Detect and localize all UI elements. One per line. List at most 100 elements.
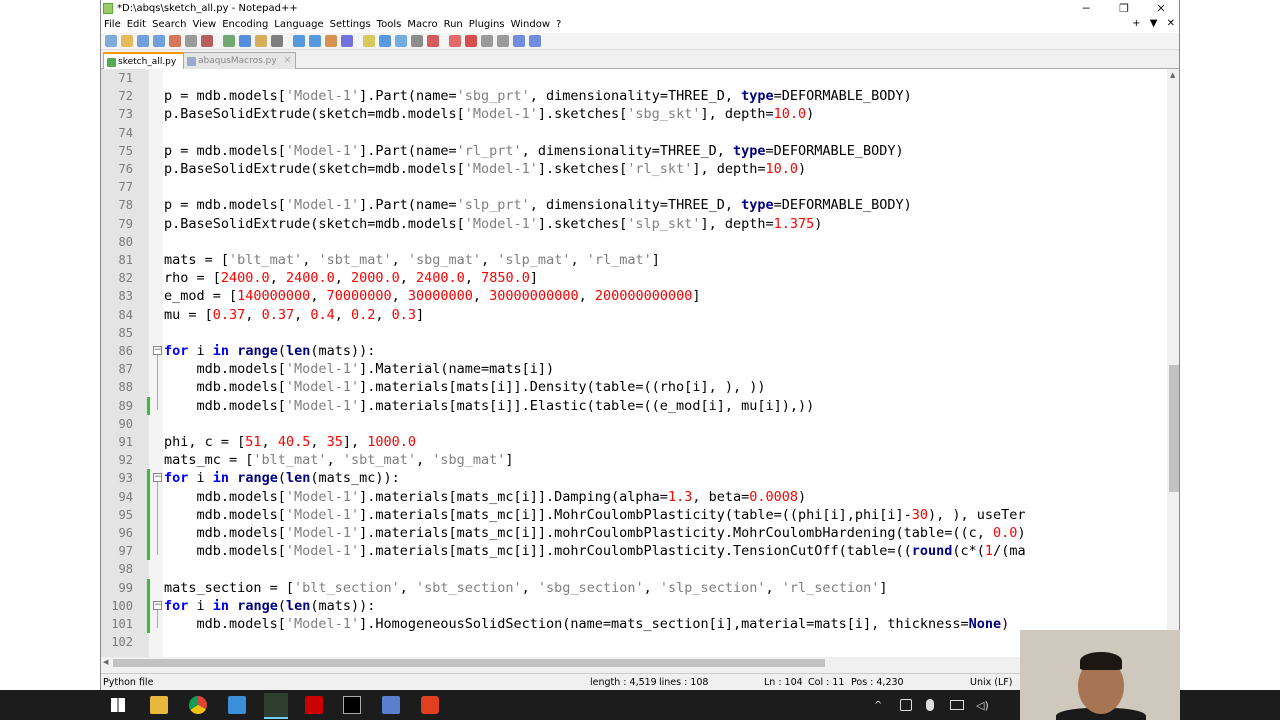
- line-number: 93: [118, 471, 133, 486]
- microphone-icon[interactable]: [926, 699, 934, 711]
- menu-view[interactable]: View: [189, 18, 219, 31]
- toolbar-button-icon[interactable]: [411, 35, 423, 47]
- code-line: mdb.models['Model-1'].materials[mats_mc[…: [164, 525, 1026, 541]
- line-number: 80: [118, 234, 133, 249]
- line-number: 96: [118, 526, 133, 540]
- toolbar-button-icon[interactable]: [395, 35, 407, 47]
- toolbar-button-icon[interactable]: [137, 35, 149, 47]
- menu-plugins[interactable]: Plugins: [466, 18, 508, 31]
- new-tab-button[interactable]: +: [1132, 18, 1140, 29]
- line-number: 87: [118, 362, 133, 377]
- toolbar-button-icon[interactable]: [427, 35, 439, 47]
- menu-window[interactable]: Window: [508, 18, 553, 31]
- fold-margin: [149, 69, 163, 657]
- chrome-icon[interactable]: [189, 696, 207, 714]
- toolbar-button-icon[interactable]: [169, 35, 181, 47]
- tray-chevron-icon[interactable]: ^: [874, 700, 884, 711]
- toolbar-button-icon[interactable]: [513, 35, 525, 47]
- line-number: 97: [118, 544, 133, 559]
- menu-settings[interactable]: Settings: [327, 18, 374, 31]
- minimize-button[interactable]: ─: [1069, 0, 1103, 18]
- horizontal-scroll-thumb[interactable]: [113, 659, 825, 667]
- menu-encoding[interactable]: Encoding: [219, 18, 271, 31]
- fold-toggle-icon[interactable]: −: [153, 600, 162, 610]
- toolbar-button-icon[interactable]: [309, 35, 321, 47]
- line-number: 92: [118, 453, 133, 468]
- code-line: mats_mc = ['blt_mat', 'sbt_mat', 'sbg_ma…: [164, 452, 514, 469]
- toolbar-button-icon[interactable]: [185, 35, 197, 47]
- code-line: p = mdb.models['Model-1'].Part(name='slp…: [164, 197, 912, 214]
- notepadpp-window: *D:\abqs\sketch_all.py - Notepad++ ─ ❐ ✕…: [100, 0, 1180, 690]
- windows-start-icon[interactable]: [111, 698, 125, 712]
- tab-sketch-all[interactable]: sketch_all.py ✕: [103, 52, 196, 69]
- fold-toggle-icon[interactable]: −: [153, 473, 162, 483]
- menu-search[interactable]: Search: [149, 18, 189, 31]
- scroll-left-icon[interactable]: ◀: [103, 658, 108, 666]
- toolbar-button-icon[interactable]: [105, 35, 117, 47]
- close-doc-button[interactable]: ✕: [1167, 18, 1175, 29]
- acrobat-icon[interactable]: [305, 696, 323, 714]
- menu-run[interactable]: Run: [441, 18, 466, 31]
- line-number: 82: [118, 271, 133, 286]
- code-editor[interactable]: 71 72 73 74 75 76 77 78 79 80 81 82 83 84 85 86 87 88 89 90…: [101, 69, 1167, 657]
- toolbar-button-icon[interactable]: [239, 35, 251, 47]
- toolbar-button-icon[interactable]: [223, 35, 235, 47]
- toolbar-button-icon[interactable]: [341, 35, 353, 47]
- status-bar: Python file length : 4,519 lines : 108 L…: [101, 673, 1179, 690]
- fold-toggle-icon[interactable]: −: [153, 346, 162, 355]
- code-line: mu = [0.37, 0.37, 0.4, 0.2, 0.3]: [164, 306, 425, 323]
- line-number: 90: [118, 416, 133, 431]
- toolbar-button-icon[interactable]: [379, 35, 391, 47]
- toolbar-button-icon[interactable]: [293, 35, 305, 47]
- line-number: 78: [118, 198, 133, 213]
- close-button[interactable]: ✕: [1144, 0, 1178, 18]
- toolbar-button-icon[interactable]: [497, 35, 509, 47]
- vertical-scroll-thumb[interactable]: [1169, 365, 1179, 492]
- line-number: 85: [118, 325, 133, 340]
- tab-label: sketch_all.py: [118, 57, 177, 67]
- python-file-icon: [107, 58, 116, 67]
- tab-abaqus-macros[interactable]: abaqusMacros.py ✕: [183, 52, 297, 69]
- maximize-button[interactable]: ❐: [1107, 0, 1141, 18]
- tab-close-icon[interactable]: ✕: [284, 56, 292, 66]
- code-line: phi, c = [51, 40.5, 35], 1000.0: [164, 434, 417, 450]
- toolbar-button-icon[interactable]: [363, 35, 375, 47]
- toolbar-button-icon[interactable]: [201, 35, 213, 47]
- toolbar-button-icon[interactable]: [153, 35, 165, 47]
- tray-app-icon[interactable]: [900, 699, 912, 711]
- change-history-marker: [147, 469, 150, 561]
- app-red-icon[interactable]: [421, 696, 439, 714]
- toolbar-button-icon[interactable]: [325, 35, 337, 47]
- toolbar: [101, 33, 1179, 50]
- vertical-scrollbar[interactable]: ▲: [1167, 69, 1179, 657]
- toolbar-button-icon[interactable]: [481, 35, 493, 47]
- menu-tools[interactable]: Tools: [374, 18, 405, 31]
- horizontal-scrollbar[interactable]: ◀: [101, 657, 1167, 669]
- abaqus-icon[interactable]: [382, 696, 400, 714]
- toolbar-button-icon[interactable]: [121, 35, 133, 47]
- volume-icon[interactable]: ◁): [976, 699, 990, 712]
- terminal-icon[interactable]: [343, 696, 361, 714]
- toolbar-button-icon[interactable]: [271, 35, 283, 47]
- line-number: 89: [118, 398, 133, 413]
- notepadpp-icon[interactable]: [264, 693, 288, 719]
- toolbar-button-icon[interactable]: [255, 35, 267, 47]
- network-icon[interactable]: [950, 700, 964, 710]
- file-explorer-icon[interactable]: [150, 696, 168, 714]
- tab-list-button[interactable]: ▼: [1150, 18, 1158, 29]
- toolbar-button-icon[interactable]: [529, 35, 541, 47]
- toolbar-button-icon[interactable]: [465, 35, 477, 47]
- toolbar-button-icon[interactable]: [449, 35, 461, 47]
- code-line: mats = ['blt_mat', 'sbt_mat', 'sbg_mat',…: [164, 252, 660, 268]
- menu-file[interactable]: File: [101, 18, 124, 31]
- line-number: 83: [118, 289, 133, 304]
- code-line: mdb.models['Model-1'].materials[mats_mc[…: [164, 506, 1026, 523]
- menu-edit[interactable]: Edit: [124, 18, 149, 31]
- code-line: rho = [2400.0, 2400.0, 2000.0, 2400.0, 7…: [164, 270, 539, 287]
- menu-help[interactable]: ?: [553, 18, 564, 31]
- code-line: p.BaseSolidExtrude(sketch=mdb.models['Mo…: [164, 215, 823, 232]
- calculator-icon[interactable]: [228, 696, 246, 714]
- menu-macro[interactable]: Macro: [404, 18, 440, 31]
- menu-language[interactable]: Language: [271, 18, 326, 31]
- scroll-up-icon[interactable]: ▲: [1170, 71, 1175, 79]
